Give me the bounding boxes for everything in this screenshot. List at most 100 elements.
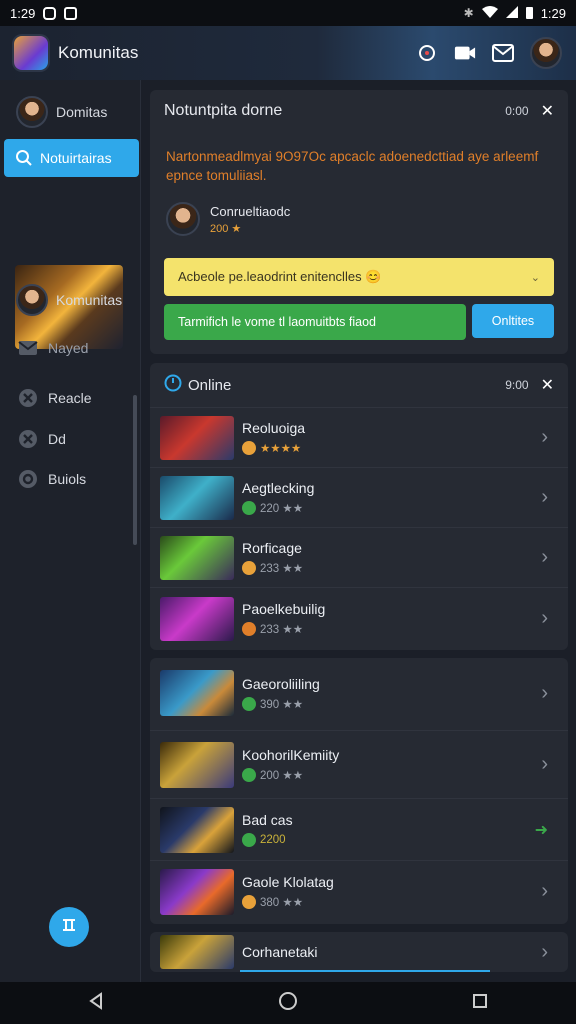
sidebar-item-label: Komunitas: [56, 292, 123, 308]
status-badge: [242, 833, 256, 847]
item-title: Gaole Klolatag: [242, 874, 334, 890]
gallery-icon: [64, 6, 78, 20]
close-icon[interactable]: ✕: [541, 101, 554, 121]
item-meta: 390 ★★: [260, 698, 304, 711]
user-name: Conrueltiaodc: [210, 203, 291, 219]
item-title: Gaeoroliiling: [242, 675, 320, 692]
status-badge: [242, 561, 256, 575]
refresh-icon[interactable]: [416, 42, 438, 64]
sidebar-item-reacle[interactable]: Reacle: [0, 386, 140, 410]
partial-card: Corhanetaki ›: [150, 932, 568, 972]
info-text: Acbeole pe.leaodrint enitenclles 😊: [178, 269, 382, 284]
status-badge: [242, 895, 256, 909]
chevron-right-icon[interactable]: ›: [541, 546, 548, 569]
app-logo: [14, 36, 48, 70]
online-time: 9:00: [505, 378, 529, 392]
list-item[interactable]: Gaeoroliiling 390 ★★ ›: [150, 658, 568, 728]
mail-icon[interactable]: [492, 42, 514, 64]
floating-action-button[interactable]: [49, 907, 89, 947]
sidebar-item-label: Reacle: [48, 390, 92, 406]
list-item[interactable]: Gaole Klolatag 380 ★★ ›: [150, 860, 568, 922]
list-item[interactable]: Paoelkebuilig 233 ★★ ›: [150, 587, 568, 649]
sidebar-item-label: Nayed: [48, 340, 89, 356]
bluetooth-icon: ✱: [463, 6, 474, 20]
sidebar-item-komunitas[interactable]: Komunitas: [0, 283, 140, 317]
status-badge: [242, 501, 256, 515]
search-icon: [14, 146, 34, 170]
list-item[interactable]: Bad cas 2200 ➜: [150, 798, 568, 860]
game-thumbnail: [160, 596, 234, 641]
item-title: Rorficage: [242, 540, 302, 556]
sidebar-item-notifications[interactable]: Notuirtairas: [4, 139, 139, 177]
status-badge: [242, 696, 256, 711]
chevron-right-icon[interactable]: ›: [541, 880, 548, 903]
primary-button[interactable]: Tarmifich le vome tl laomuitbts fiaod: [164, 304, 466, 340]
status-badge: [242, 768, 256, 782]
list-item[interactable]: Aegtlecking 220 ★★ ›: [150, 467, 568, 527]
sidebar-item-dd[interactable]: Dd: [0, 427, 140, 451]
circle-icon: [16, 467, 40, 491]
notification-icon: [43, 6, 57, 20]
system-nav-bar: [0, 982, 576, 1024]
sidebar-scrollbar[interactable]: [133, 395, 137, 545]
online-status-icon: [164, 374, 182, 396]
app-bar: Komunitas: [0, 26, 576, 80]
item-meta: 233 ★★: [260, 624, 304, 636]
scroll-indicator: [240, 970, 490, 972]
close-icon[interactable]: ✕: [541, 375, 554, 395]
home-icon[interactable]: [278, 991, 298, 1016]
arrow-right-icon[interactable]: ➜: [535, 820, 548, 840]
item-meta: 2200: [260, 834, 286, 846]
status-time-right: 1:29: [540, 5, 566, 21]
online-title: Online: [188, 376, 232, 394]
sidebar-item-nayed[interactable]: Nayed: [0, 336, 140, 360]
item-title: Bad cas: [242, 812, 293, 828]
chevron-right-icon[interactable]: ›: [541, 753, 548, 776]
chevron-right-icon[interactable]: ›: [541, 426, 548, 449]
chevron-right-icon[interactable]: ›: [541, 682, 548, 705]
sidebar-item-label: Notuirtairas: [40, 150, 112, 166]
secondary-button[interactable]: Onltites: [472, 304, 554, 338]
sidebar: Domitas Notuirtairas Komunitas Nayed Rea…: [0, 80, 141, 982]
list-item[interactable]: Rorficage 233 ★★ ›: [150, 527, 568, 587]
game-thumbnail: [160, 935, 234, 969]
chevron-right-icon[interactable]: ›: [541, 607, 548, 630]
user-avatar: [16, 96, 48, 128]
status-badge: [242, 441, 256, 455]
game-thumbnail: [160, 806, 234, 853]
secondary-button-label: Onltites: [491, 314, 535, 328]
notification-card: Notuntpita dorne 0:00 ✕ Nartonmeadlmyai …: [150, 90, 568, 354]
item-meta: 220 ★★: [260, 503, 304, 515]
list-item[interactable]: Reoluoiga ★★★★ ›: [150, 407, 568, 467]
list-item[interactable]: Corhanetaki ›: [150, 932, 568, 972]
chevron-down-icon[interactable]: ⌄: [531, 271, 540, 284]
plus-grid-icon: [60, 916, 78, 939]
notification-time: 0:00: [505, 104, 529, 118]
recents-icon[interactable]: [471, 992, 489, 1015]
status-bar: 1:29 ✱ 1:29: [0, 0, 576, 26]
item-meta: ★★★★: [260, 443, 302, 455]
info-banner: Acbeole pe.leaodrint enitenclles 😊 ⌄: [164, 258, 554, 296]
sidebar-item-buiols[interactable]: Buiols: [0, 467, 140, 491]
game-thumbnail: [160, 475, 234, 520]
item-meta: 233 ★★: [260, 563, 304, 575]
status-badge: [242, 622, 256, 636]
video-icon[interactable]: [454, 42, 476, 64]
profile-avatar[interactable]: [530, 37, 562, 69]
user-rating: 200 ★: [210, 222, 242, 235]
mail-icon: [16, 336, 40, 360]
sidebar-item-domitas[interactable]: Domitas: [0, 95, 140, 129]
app-title: Komunitas: [58, 43, 139, 62]
user-avatar: [16, 284, 48, 316]
back-icon[interactable]: [87, 991, 105, 1015]
chevron-right-icon[interactable]: ›: [541, 941, 548, 964]
item-meta: 380 ★★: [260, 897, 304, 909]
user-avatar: [166, 202, 200, 236]
close-box-icon: [16, 427, 40, 451]
chevron-right-icon[interactable]: ›: [541, 486, 548, 509]
list-item[interactable]: KoohorilKemiity 200 ★★ ›: [150, 730, 568, 798]
battery-icon: [525, 7, 533, 19]
notification-title: Notuntpita dorne: [164, 102, 283, 119]
cross-icon: [16, 386, 40, 410]
status-time: 1:29: [10, 5, 36, 21]
